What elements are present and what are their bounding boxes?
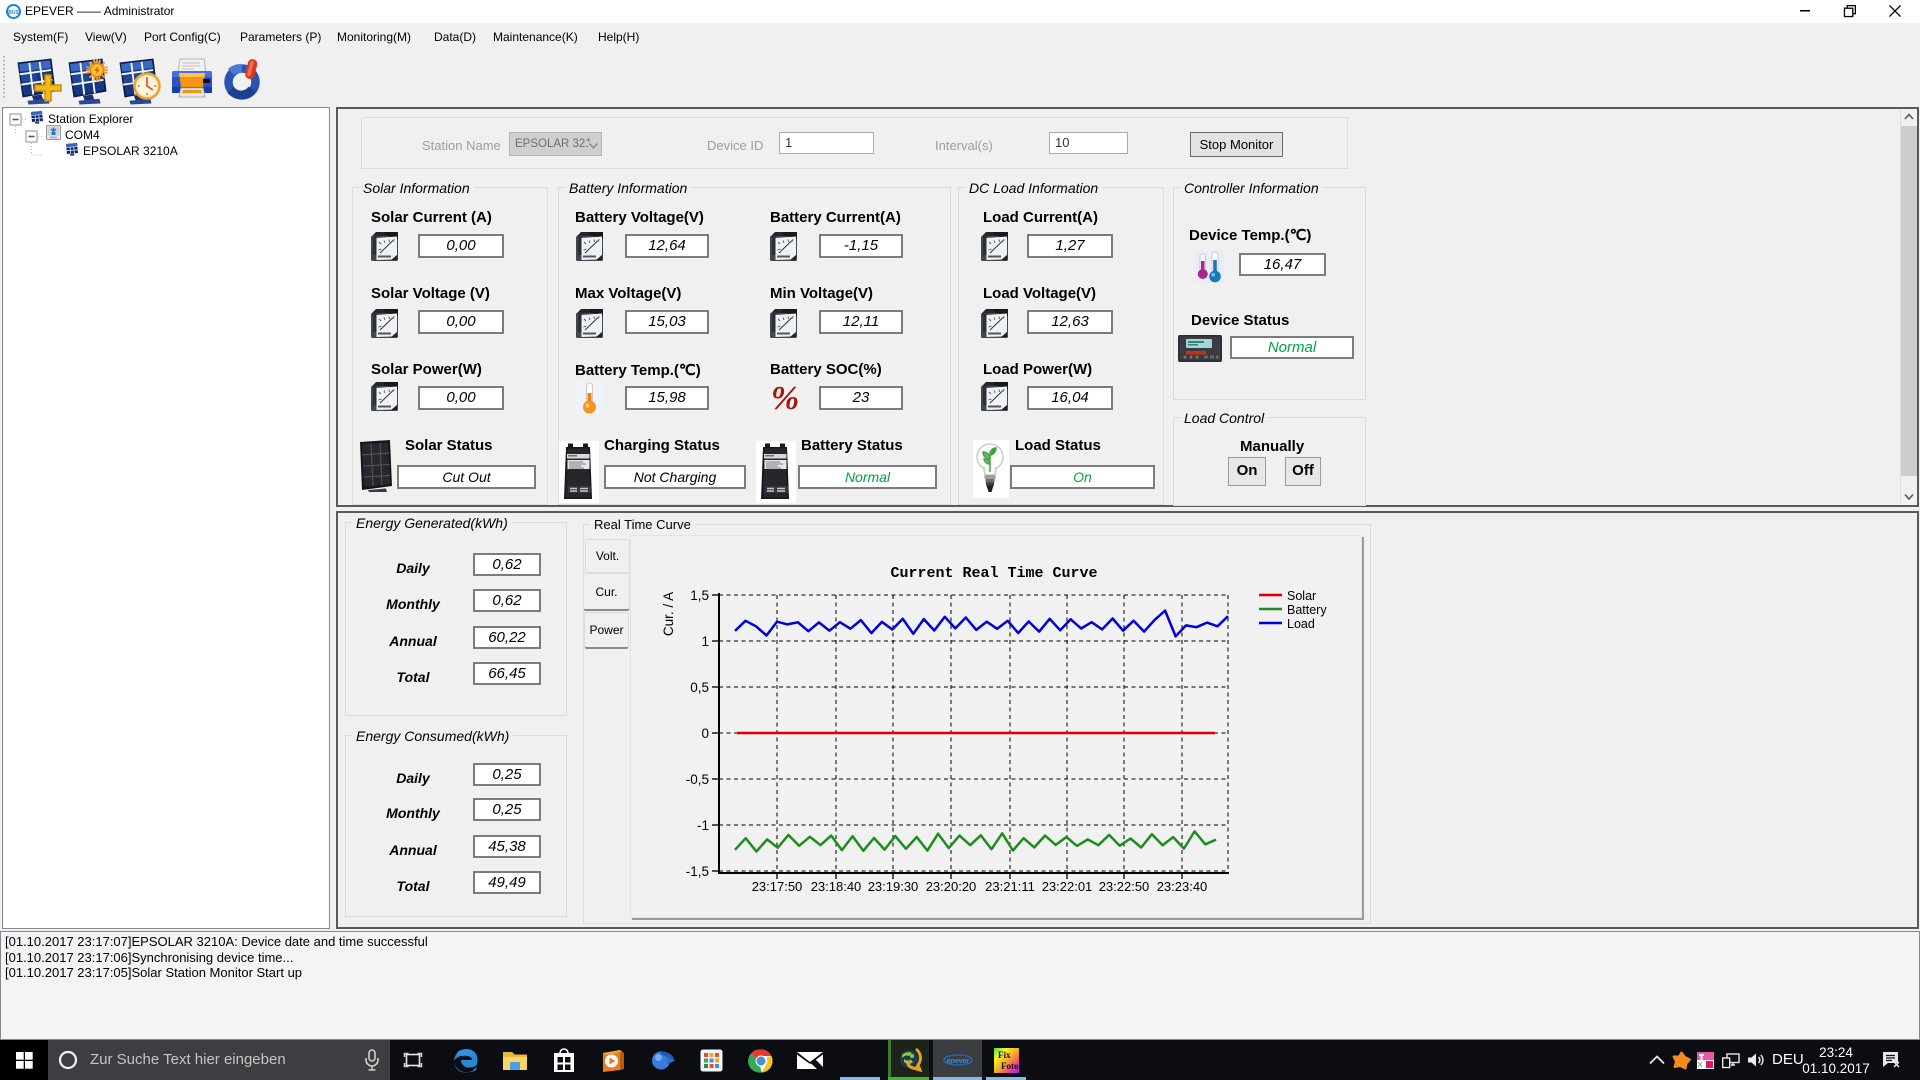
svg-text:-1: -1 — [697, 818, 709, 833]
svg-text:0,5: 0,5 — [690, 680, 709, 695]
svg-text:23:22:50: 23:22:50 — [1099, 879, 1150, 894]
svg-text:1,5: 1,5 — [690, 588, 709, 603]
svg-text:23:21:11: 23:21:11 — [985, 879, 1035, 894]
svg-text:23:17:50: 23:17:50 — [752, 879, 803, 894]
svg-text:23:22:01: 23:22:01 — [1042, 879, 1093, 894]
svg-text:-1,5: -1,5 — [686, 864, 709, 879]
svg-text:-0,5: -0,5 — [686, 772, 709, 787]
svg-text:23:23:40: 23:23:40 — [1157, 879, 1208, 894]
svg-text:23:18:40: 23:18:40 — [811, 879, 862, 894]
svg-text:Current Real Time Curve: Current Real Time Curve — [890, 565, 1097, 582]
svg-text:Foto: Foto — [1001, 1061, 1019, 1071]
svg-text:23:19:30: 23:19:30 — [868, 879, 919, 894]
svg-text:epever: epever — [947, 1058, 971, 1065]
svg-text:Cur. / A: Cur. / A — [661, 592, 676, 636]
svg-text:23:20:20: 23:20:20 — [926, 879, 977, 894]
svg-text:Fix: Fix — [998, 1050, 1011, 1060]
svg-text:0: 0 — [701, 726, 709, 741]
svg-text:Battery: Battery — [1287, 603, 1327, 617]
svg-text:BUS: BUS — [8, 10, 19, 16]
svg-text:Load: Load — [1287, 617, 1315, 631]
svg-text:Solar: Solar — [1287, 589, 1316, 603]
svg-text:1: 1 — [701, 634, 709, 649]
